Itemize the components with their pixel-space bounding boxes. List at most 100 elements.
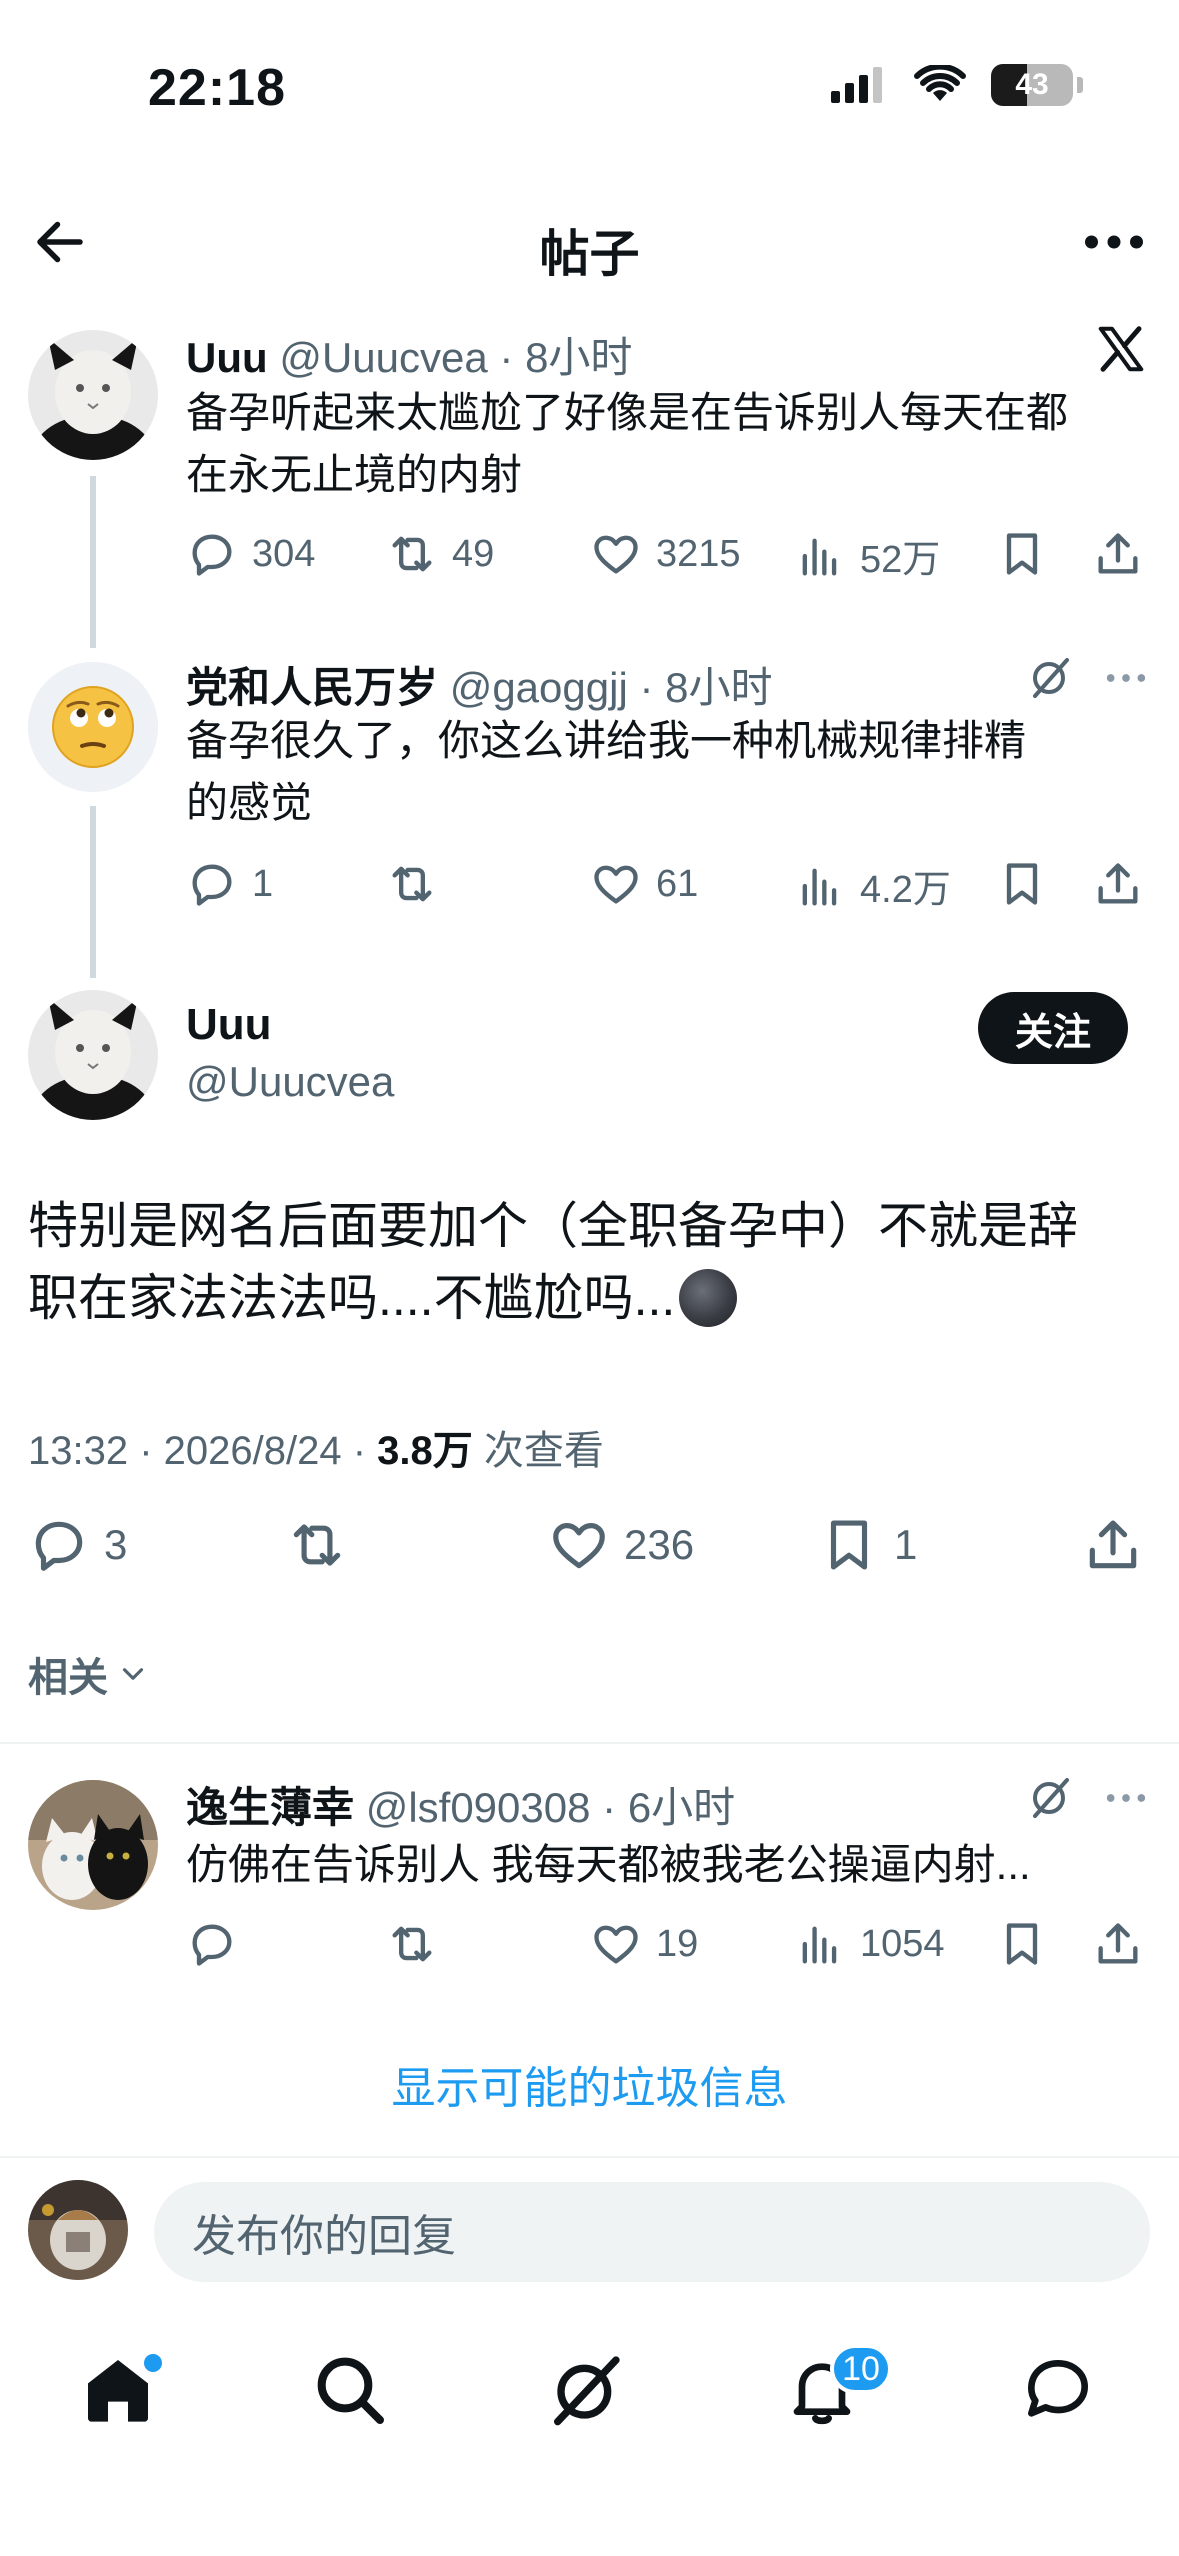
post-time: 8小时: [525, 334, 633, 381]
post-text: 仿佛在告诉别人 我每天都被我老公操逼内射...: [186, 1841, 1031, 1888]
post-text: 备孕听起来太尴尬了好像是在告诉别人每天在都 在永无止境的内射: [186, 389, 1069, 498]
show-spam-link[interactable]: 显示可能的垃圾信息: [0, 2052, 1179, 2116]
new-moon-emoji-icon: [679, 1269, 738, 1327]
home-badge-dot: [144, 2354, 162, 2372]
share-icon[interactable]: [1092, 858, 1144, 910]
post-header: 逸生薄幸 @lsf090308 · 6小时: [186, 1784, 736, 1831]
repost-button[interactable]: [386, 1918, 452, 1970]
heart-icon: [594, 535, 638, 574]
grok-icon: [554, 2356, 620, 2426]
repost-button[interactable]: [386, 858, 452, 910]
like-button[interactable]: 3215: [590, 528, 741, 580]
like-button[interactable]: 236: [548, 1514, 694, 1576]
repost-button[interactable]: 49: [386, 528, 494, 580]
author-name[interactable]: Uuu: [186, 334, 268, 381]
chevron-down-icon: [122, 1668, 144, 1680]
like-count: 61: [656, 862, 699, 905]
tab-notifications[interactable]: 10: [782, 2344, 892, 2440]
view-suffix: 次查看: [472, 1429, 604, 1473]
x-logo-icon: [1098, 326, 1144, 372]
avatar[interactable]: [28, 1780, 158, 1910]
views-button[interactable]: 52万: [794, 528, 940, 583]
post-text: 备孕很久了，你这么讲给我一种机械规律排精 的感觉: [186, 717, 1027, 826]
bookmark-button[interactable]: 1: [818, 1514, 917, 1576]
reply-placeholder: 发布你的回复: [192, 2212, 456, 2261]
post-timestamp: 13:32 · 2026/8/24 ·: [28, 1429, 378, 1473]
avatar[interactable]: [28, 662, 158, 792]
reply-icon: [192, 864, 232, 906]
reply-input[interactable]: 发布你的回复: [154, 2182, 1150, 2282]
my-avatar[interactable]: [28, 2180, 128, 2280]
heart-icon: [594, 865, 638, 904]
view-count: 4.2万: [860, 869, 951, 911]
author-handle[interactable]: @Uuucvea: [279, 334, 487, 381]
battery-cap: [1077, 77, 1083, 93]
related-dropdown[interactable]: 相关: [28, 1645, 150, 1703]
related-label: 相关: [28, 1656, 108, 1700]
share-icon[interactable]: [1082, 1514, 1144, 1576]
main-post-text: 特别是网名后面要加个（全职备孕中）不就是辞 职在家法法法吗....不尴尬吗...: [28, 1198, 1078, 1327]
post-header: Uuu @Uuucvea · 8小时: [186, 334, 633, 381]
thread-line: [90, 806, 96, 978]
grok-icon[interactable]: [1027, 654, 1075, 702]
follow-button[interactable]: 关注: [978, 992, 1128, 1064]
like-count: 236: [624, 1521, 695, 1568]
reply-button[interactable]: [186, 1918, 252, 1970]
tab-messages[interactable]: [1018, 2350, 1108, 2440]
repost-button[interactable]: [286, 1514, 348, 1576]
reply-icon: [35, 1521, 83, 1571]
main-author-handle[interactable]: @Uuucvea: [186, 1058, 394, 1106]
search-icon: [317, 2357, 384, 2424]
share-icon[interactable]: [1092, 528, 1144, 580]
cellular-signal-icon: [831, 67, 882, 103]
bottom-tab-bar: 10: [0, 2320, 1179, 2556]
post-header: 党和人民万岁 @gaoggjj · 8小时: [186, 664, 773, 711]
tab-home[interactable]: [78, 2350, 168, 2440]
notifications-badge: 10: [830, 2344, 892, 2394]
reply-button[interactable]: 1: [186, 858, 273, 910]
bookmark-icon[interactable]: [996, 858, 1048, 910]
post-actions: 19 1054: [186, 1918, 1159, 1978]
main-avatar[interactable]: [28, 990, 158, 1120]
avatar[interactable]: [28, 330, 158, 460]
bookmark-icon[interactable]: [996, 528, 1048, 580]
view-count: 52万: [860, 539, 941, 581]
view-count[interactable]: 3.8万: [377, 1429, 473, 1473]
more-icon[interactable]: [1103, 1774, 1149, 1822]
thread-line: [90, 476, 96, 648]
views-button[interactable]: 1054: [794, 1918, 945, 1970]
reply-icon: [192, 1924, 232, 1966]
heart-icon: [553, 1523, 605, 1569]
post-meta: 13:32 · 2026/8/24 · 3.8万 次查看: [28, 1418, 604, 1476]
bookmark-icon[interactable]: [996, 1918, 1048, 1970]
author-name[interactable]: 党和人民万岁: [186, 664, 438, 711]
views-button[interactable]: 4.2万: [794, 858, 951, 913]
grok-icon[interactable]: [1027, 1774, 1075, 1822]
tab-search[interactable]: [310, 2350, 400, 2440]
post-actions: 304 49 3215 52万: [186, 528, 1159, 588]
author-name[interactable]: 逸生薄幸: [186, 1784, 354, 1831]
status-icons: 43: [829, 64, 1083, 106]
views-icon: [802, 538, 837, 575]
main-author-name[interactable]: Uuu: [186, 1000, 272, 1050]
like-button[interactable]: 61: [590, 858, 698, 910]
tab-grok[interactable]: [546, 2350, 636, 2440]
repost-icon: [392, 1926, 432, 1962]
like-count: 3215: [656, 532, 741, 575]
reply-button[interactable]: 304: [186, 528, 315, 580]
view-count: 1054: [860, 1922, 945, 1965]
reply-button[interactable]: 3: [28, 1514, 127, 1576]
reply-count: 304: [252, 532, 316, 575]
main-post-actions: 3 236 1: [28, 1514, 1150, 1584]
author-handle[interactable]: @lsf090308: [366, 1784, 591, 1831]
repost-count: 49: [452, 532, 495, 575]
share-icon[interactable]: [1092, 1918, 1144, 1970]
reply-count: 1: [252, 862, 274, 905]
bookmark-count: 1: [894, 1521, 918, 1568]
repost-icon: [293, 1524, 341, 1566]
more-options-icon[interactable]: [1079, 212, 1149, 272]
post-actions: 1 61 4.2万: [186, 858, 1159, 918]
more-icon[interactable]: [1103, 654, 1149, 702]
like-button[interactable]: 19: [590, 1918, 698, 1970]
author-handle[interactable]: @gaoggjj: [450, 664, 628, 711]
